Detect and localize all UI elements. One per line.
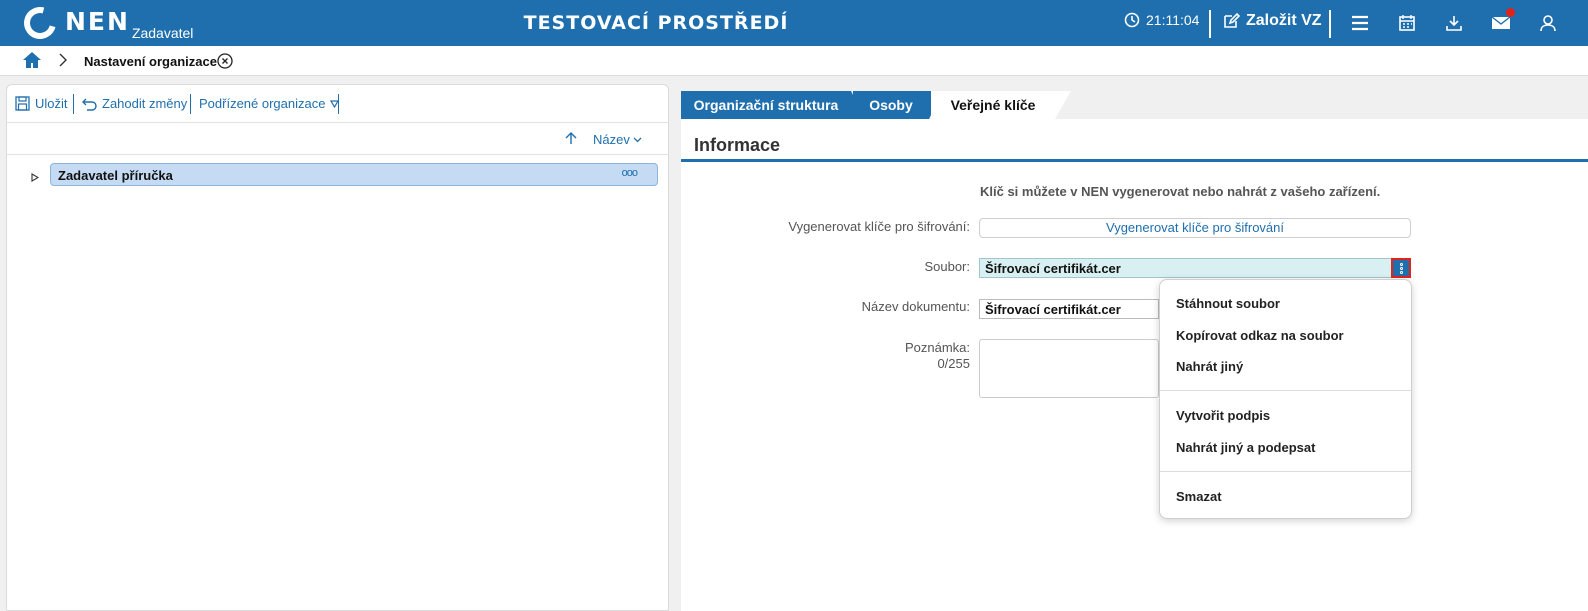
notification-badge	[1506, 8, 1515, 17]
document-name-value: Šifrovací certifikát.cer	[985, 302, 1121, 317]
create-vz-button[interactable]: Založit VZ	[1222, 12, 1322, 30]
home-icon[interactable]	[22, 51, 42, 72]
menu-item-upload-other[interactable]: Nahrát jiný	[1176, 359, 1243, 374]
file-field-value: Šifrovací certifikát.cer	[985, 261, 1121, 276]
tree-expand-icon[interactable]	[31, 170, 40, 185]
document-name-field[interactable]: Šifrovací certifikát.cer	[979, 299, 1159, 319]
note-textarea[interactable]	[979, 339, 1159, 398]
sort-field-label: Název	[593, 132, 630, 147]
info-text: Klíč si můžete v NEN vygenerovat nebo na…	[980, 184, 1381, 199]
environment-title: TESTOVACÍ PROSTŘEDÍ	[523, 12, 789, 34]
create-vz-label: Založit VZ	[1246, 12, 1322, 29]
menu-item-copy-link[interactable]: Kopírovat odkaz na soubor	[1176, 328, 1344, 343]
close-tab-icon[interactable]	[217, 53, 233, 72]
tree-node-selected[interactable]: Zadavatel příručka ooo	[50, 163, 658, 186]
tree-toolbar: Uložit Zahodit změny Podřízené organizac…	[7, 85, 668, 123]
header-divider	[1209, 10, 1211, 38]
document-name-label: Název dokumentu:	[861, 299, 970, 314]
sub-organizations-dropdown[interactable]: Podřízené organizace	[199, 96, 340, 111]
organization-tree-panel: Uložit Zahodit změny Podřízené organizac…	[6, 84, 669, 611]
chevron-right-icon	[58, 53, 68, 70]
clock-time: 21:11:04	[1146, 12, 1200, 28]
mail-icon[interactable]	[1490, 8, 1515, 34]
top-bar: NEN Zadavatel TESTOVACÍ PROSTŘEDÍ 21:11:…	[0, 0, 1588, 46]
discard-label: Zahodit změny	[102, 96, 188, 111]
menu-divider	[1160, 471, 1411, 472]
section-title: Informace	[694, 135, 781, 155]
user-icon[interactable]	[1537, 12, 1559, 34]
detail-panel: Organizační struktura Osoby Veřejné klíč…	[681, 84, 1588, 611]
tab-strip: Organizační struktura Osoby Veřejné klíč…	[681, 84, 1588, 119]
download-icon[interactable]	[1443, 12, 1465, 34]
menu-item-create-signature[interactable]: Vytvořit podpis	[1176, 408, 1270, 423]
tab-edge	[1055, 91, 1071, 119]
more-options-icon[interactable]: ooo	[622, 167, 638, 179]
note-label: Poznámka:	[904, 340, 970, 355]
toolbar-divider	[338, 94, 339, 114]
tab-public-keys[interactable]: Veřejné klíče	[931, 91, 1055, 119]
sort-field-select[interactable]: Název	[593, 132, 642, 147]
chevron-down-icon	[633, 137, 642, 142]
file-label: Soubor:	[924, 259, 970, 274]
sub-orgs-label: Podřízené organizace	[199, 96, 326, 111]
toolbar-divider	[73, 94, 74, 114]
file-field[interactable]: Šifrovací certifikát.cer	[979, 258, 1411, 278]
save-button[interactable]: Uložit	[15, 96, 68, 111]
tab-organizational-structure[interactable]: Organizační struktura	[681, 91, 851, 119]
tab-persons[interactable]: Osoby	[853, 91, 929, 119]
menu-item-delete[interactable]: Smazat	[1176, 489, 1222, 504]
section-divider	[681, 159, 1588, 162]
note-counter: 0/255	[937, 356, 970, 371]
file-menu-button[interactable]	[1391, 258, 1411, 278]
calendar-icon[interactable]	[1396, 12, 1418, 34]
generate-keys-button[interactable]: Vygenerovat klíče pro šifrování	[979, 218, 1411, 238]
undo-icon	[82, 98, 97, 111]
discard-changes-button[interactable]: Zahodit změny	[81, 96, 187, 111]
session-clock: 21:11:04	[1124, 12, 1199, 28]
menu-divider	[1160, 390, 1411, 391]
edit-icon	[1224, 12, 1240, 28]
sort-ascending-icon[interactable]	[565, 131, 577, 148]
save-icon	[15, 96, 30, 111]
header-divider	[1329, 10, 1331, 38]
file-context-menu: Stáhnout soubor Kopírovat odkaz na soubo…	[1159, 279, 1412, 519]
breadcrumb: Nastavení organizace	[0, 46, 1588, 76]
generate-keys-label: Vygenerovat klíče pro šifrování:	[788, 219, 970, 234]
menu-item-download[interactable]: Stáhnout soubor	[1176, 296, 1280, 311]
save-label: Uložit	[35, 96, 68, 111]
toolbar-divider	[190, 94, 191, 114]
sort-bar: Název	[7, 123, 668, 155]
breadcrumb-current: Nastavení organizace	[84, 54, 217, 69]
tree-node-label: Zadavatel příručka	[58, 168, 173, 183]
menu-icon[interactable]	[1349, 12, 1371, 34]
clock-icon	[1124, 12, 1140, 28]
menu-item-upload-and-sign[interactable]: Nahrát jiný a podepsat	[1176, 440, 1315, 455]
